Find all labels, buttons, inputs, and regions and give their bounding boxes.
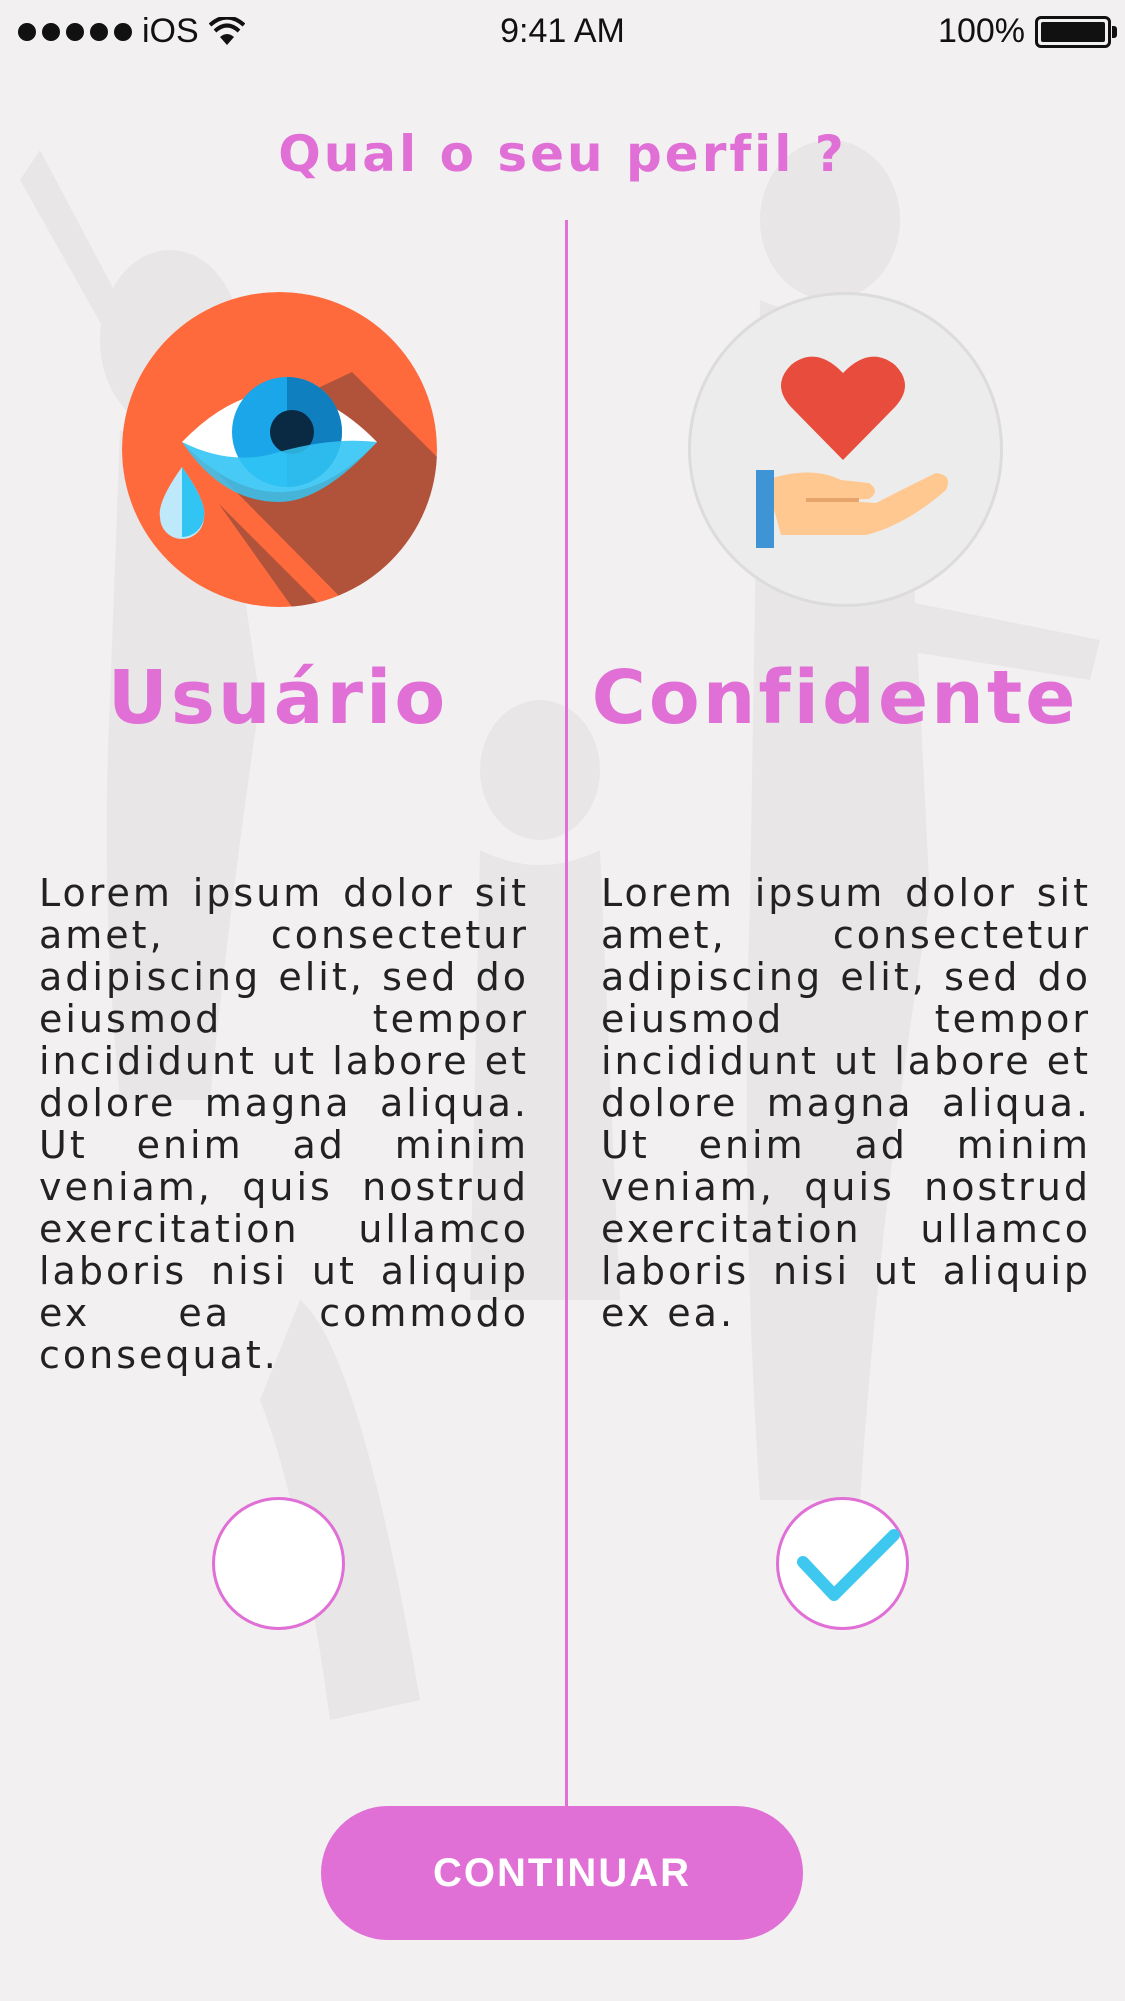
crying-eye-icon xyxy=(122,292,437,607)
profile-description-confidente: Lorem ipsum dolor sit amet, consectetur … xyxy=(601,871,1091,1335)
select-usuario-radio[interactable] xyxy=(212,1497,345,1630)
select-confidente-radio[interactable] xyxy=(776,1497,909,1630)
profile-description-usuario: Lorem ipsum dolor sit amet, consectetur … xyxy=(39,871,529,1377)
continue-button[interactable]: CONTINUAR xyxy=(321,1806,803,1940)
profile-usuario: Usuário Lorem ipsum dolor sit amet, cons… xyxy=(0,0,540,2001)
checkmark-icon xyxy=(797,1529,900,1601)
heart-in-hand-icon xyxy=(688,292,1003,607)
profile-title-confidente: Confidente xyxy=(591,655,1079,741)
profile-confidente: Confidente Lorem ipsum dolor sit amet, c… xyxy=(565,0,1105,2001)
profile-title-usuario: Usuário xyxy=(107,655,449,741)
